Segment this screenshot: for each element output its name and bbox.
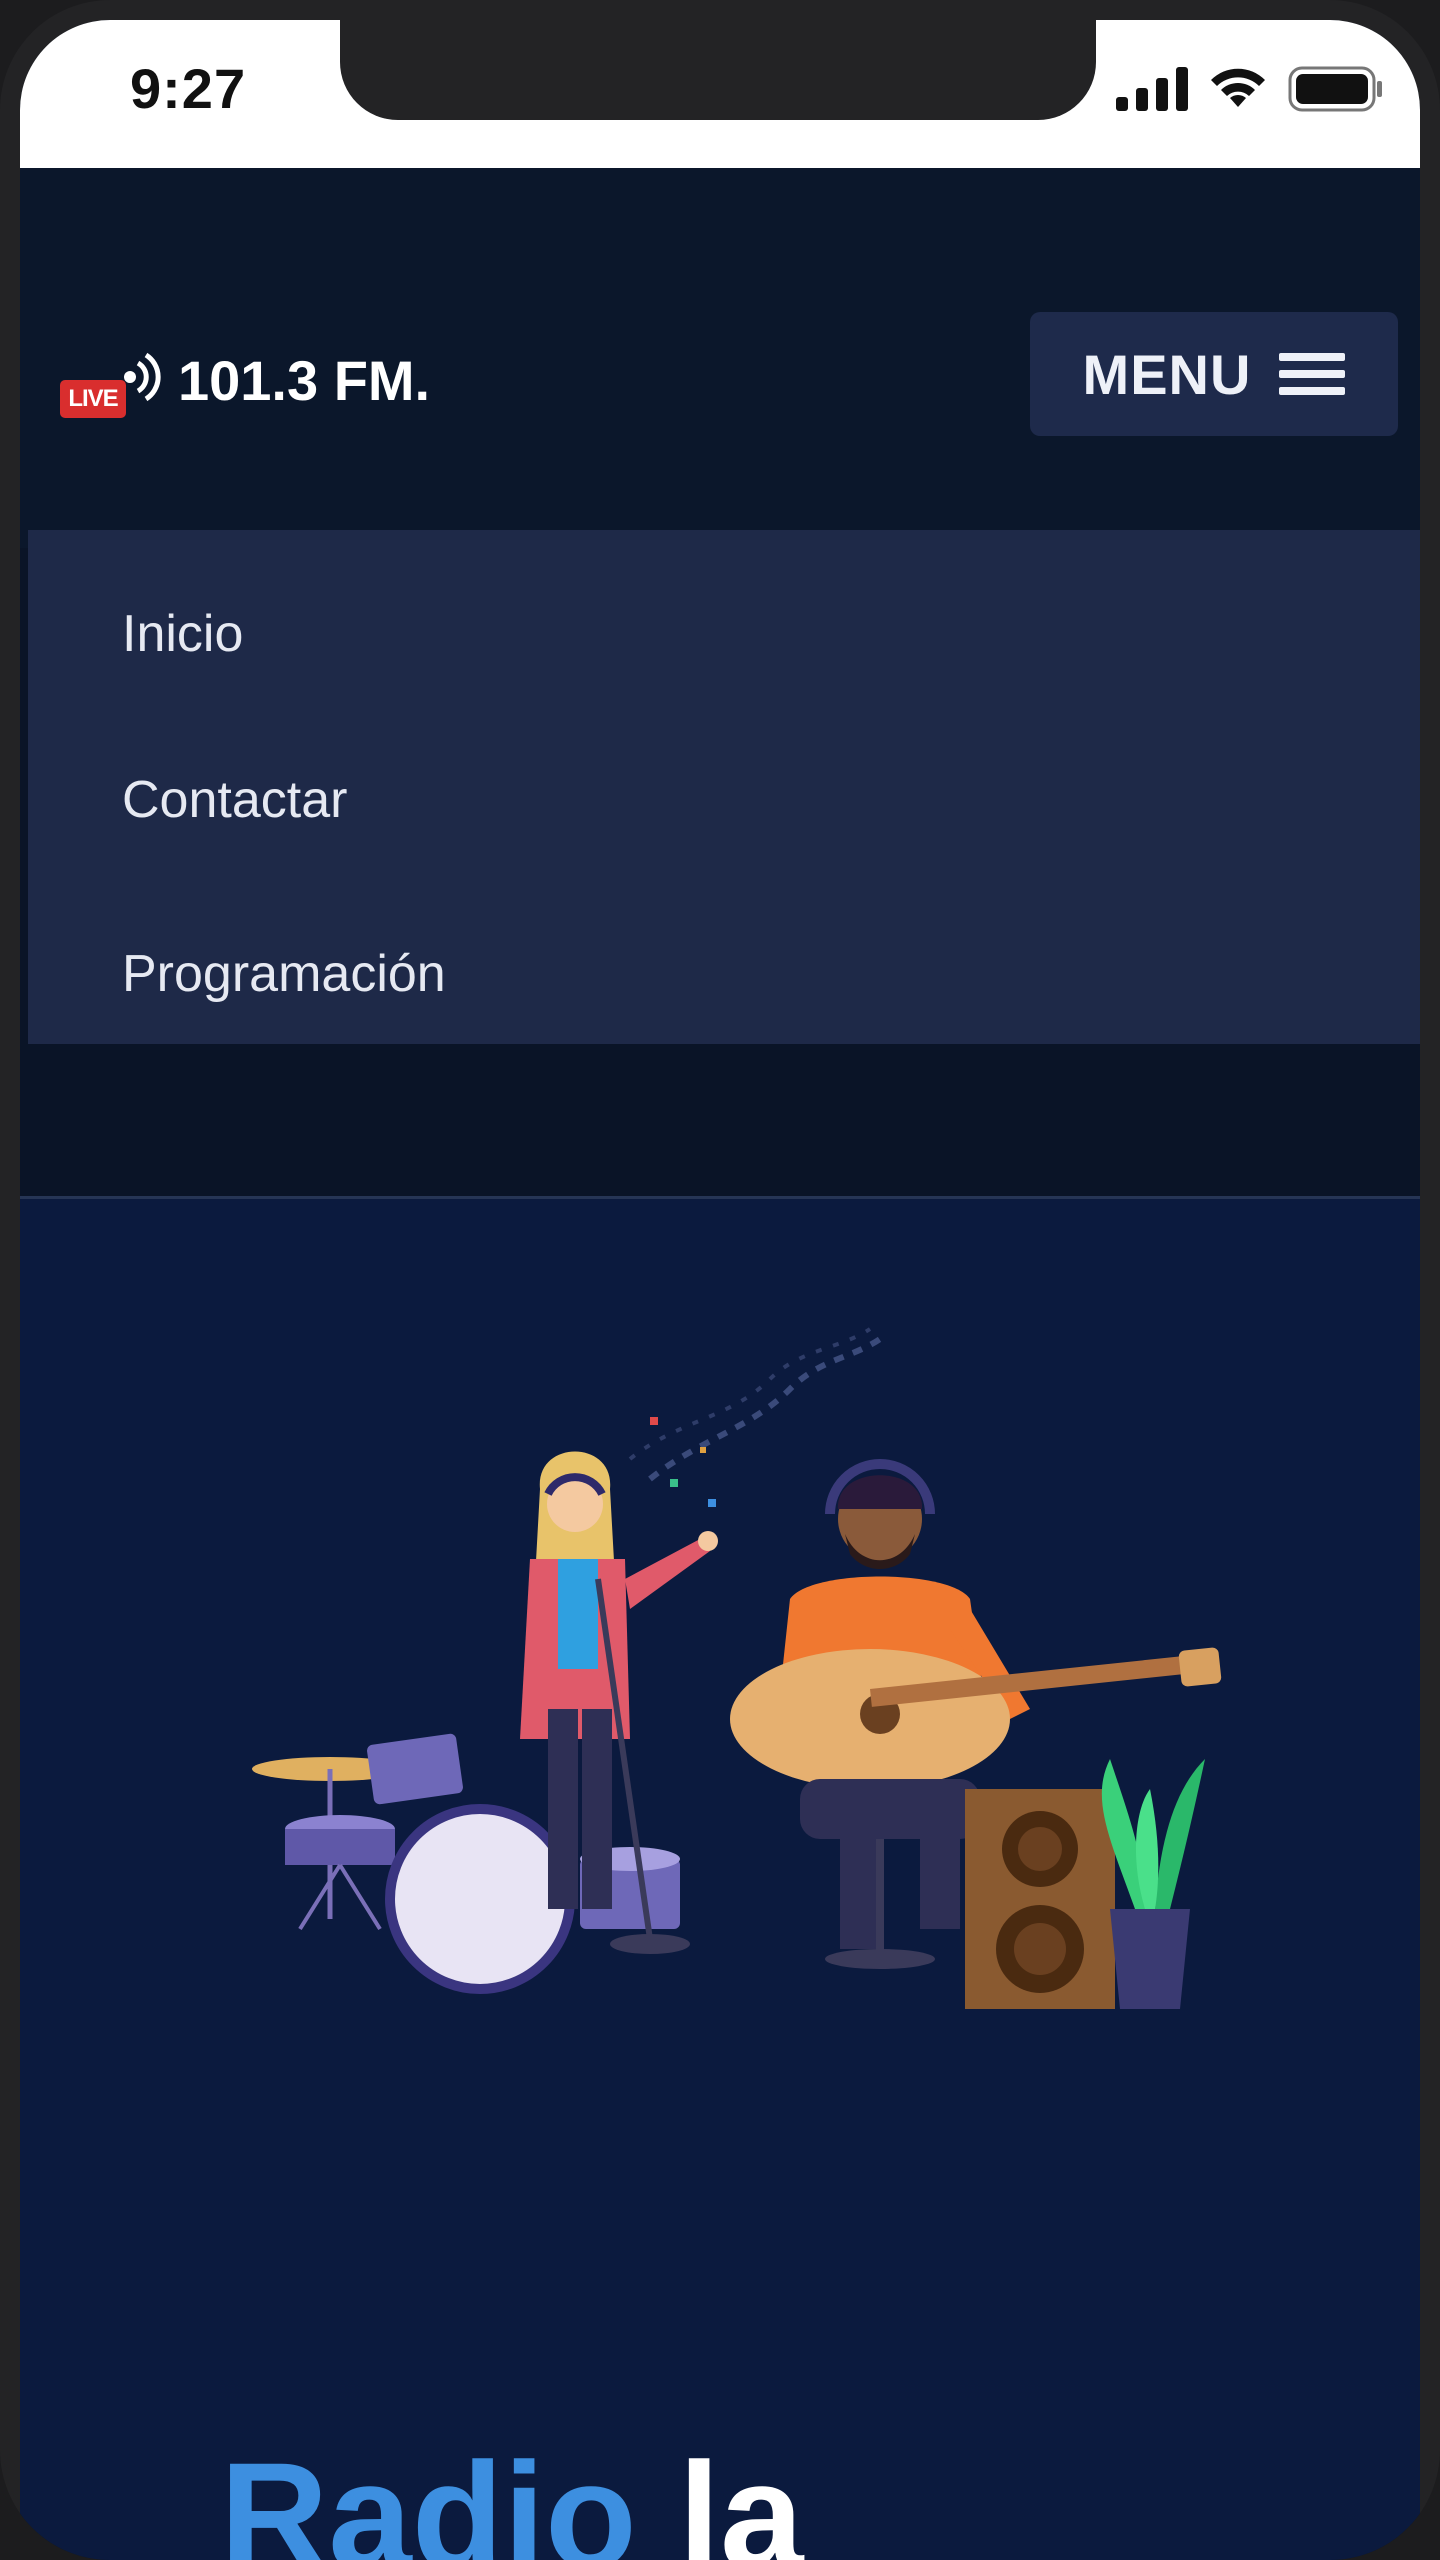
battery-icon bbox=[1288, 66, 1382, 112]
nav-item-inicio[interactable]: Inicio bbox=[122, 604, 243, 664]
site-logo[interactable]: LIVE 101.3 FM. bbox=[60, 348, 431, 418]
broadcast-signal-icon bbox=[124, 352, 161, 401]
cellular-signal-icon bbox=[1116, 67, 1188, 111]
hero-title-part1: Radio bbox=[220, 2431, 637, 2560]
site-header: LIVE 101.3 FM. MENU bbox=[20, 168, 1420, 548]
live-badge: LIVE bbox=[60, 379, 126, 418]
device-notch bbox=[340, 20, 1096, 120]
hero-section: Radio la bbox=[20, 1199, 1420, 2560]
nav-item-contactar[interactable]: Contactar bbox=[122, 770, 347, 830]
wifi-icon bbox=[1211, 68, 1265, 107]
hamburger-icon bbox=[1279, 353, 1346, 395]
status-icons bbox=[1116, 66, 1384, 112]
menu-button-label: MENU bbox=[1082, 342, 1252, 406]
nav-item-programacion[interactable]: Programación bbox=[122, 944, 446, 1004]
logo-text: 101.3 FM. bbox=[178, 349, 431, 412]
phone-frame: 9:27 LIVE 101.3 FM. MENU Inicio Contacta… bbox=[0, 0, 1440, 2560]
screen: 9:27 LIVE 101.3 FM. MENU Inicio Contacta… bbox=[20, 20, 1420, 2560]
status-time: 9:27 bbox=[130, 57, 247, 120]
musicians-illustration bbox=[252, 1327, 1222, 2009]
nav-dropdown: Inicio Contactar Programación bbox=[28, 530, 1420, 1044]
hero-title-part2: la bbox=[678, 2431, 804, 2560]
menu-button[interactable]: MENU bbox=[1030, 312, 1398, 436]
hero-title: Radio la bbox=[220, 2429, 803, 2560]
